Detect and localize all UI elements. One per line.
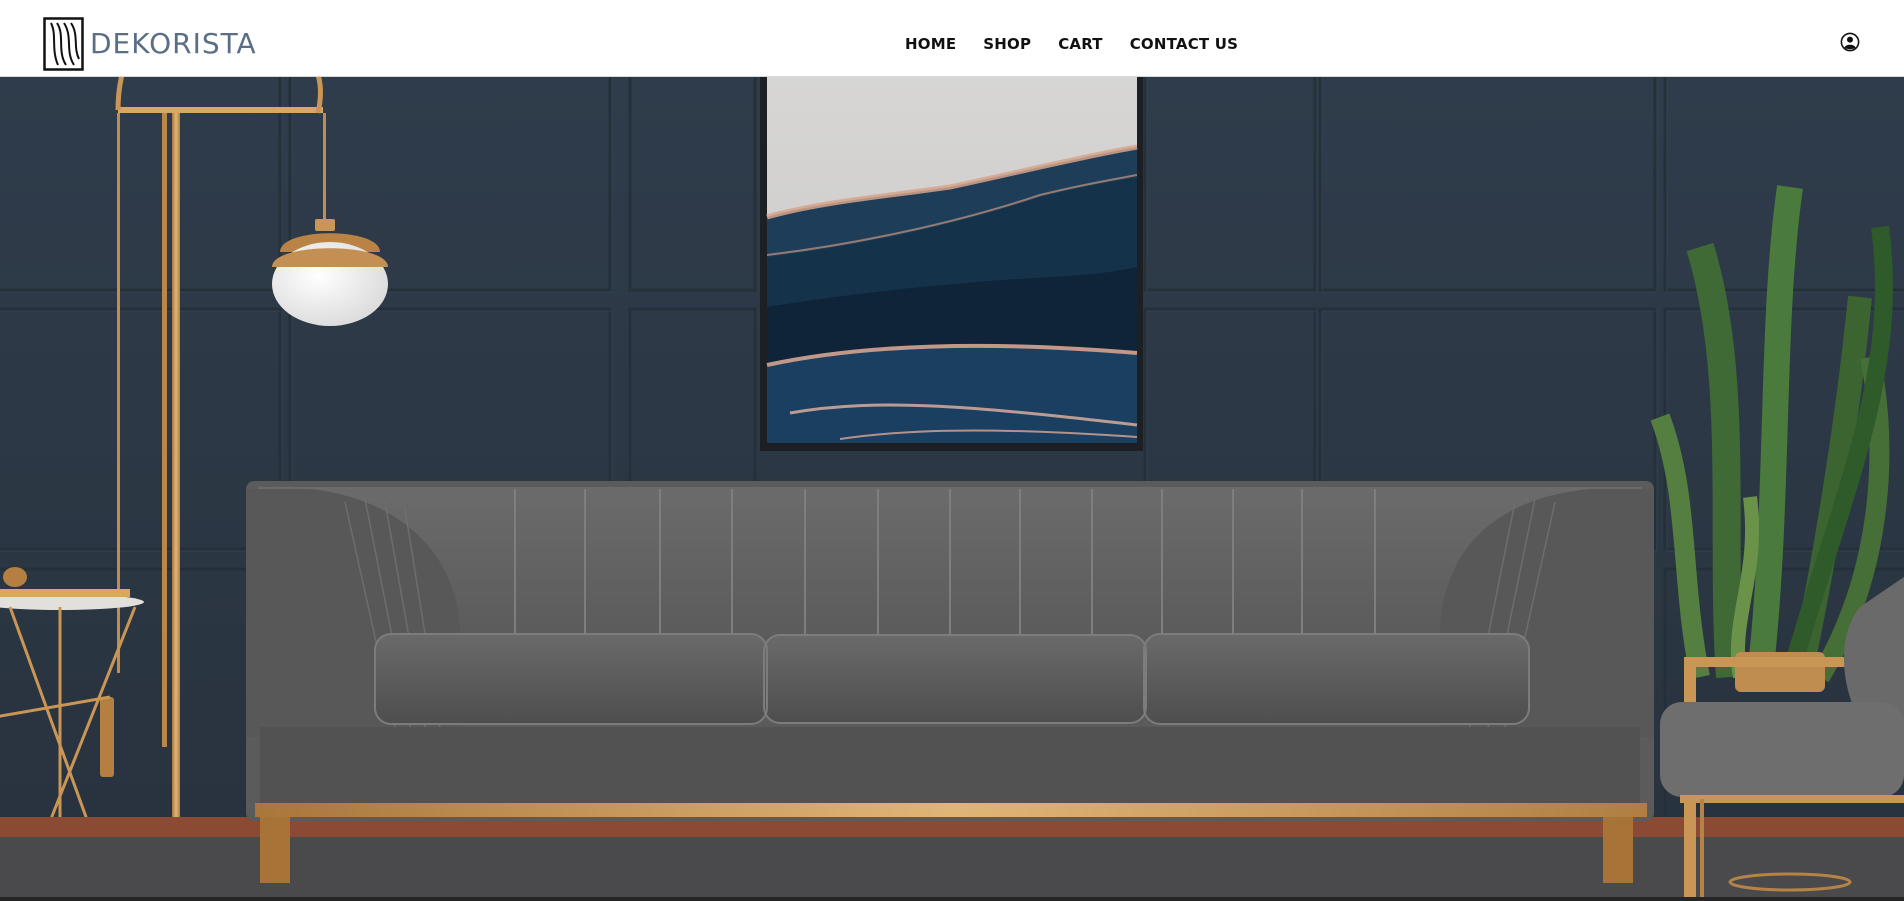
logo-mark-icon: [43, 17, 84, 71]
brand-name: DEKORISTA: [90, 27, 257, 60]
nav-cart[interactable]: CART: [1058, 33, 1103, 55]
nav-contact-us[interactable]: CONTACT US: [1130, 33, 1238, 55]
main-nav: HOME SHOP CART CONTACT US: [905, 33, 1238, 55]
user-account-icon[interactable]: [1840, 32, 1860, 52]
wall-painting: [760, 77, 1143, 451]
nav-shop[interactable]: SHOP: [983, 33, 1031, 55]
nav-home[interactable]: HOME: [905, 33, 956, 55]
site-header: DEKORISTA HOME SHOP CART CONTACT US: [0, 0, 1904, 77]
brand-logo[interactable]: DEKORISTA: [43, 17, 273, 71]
hero-image: [0, 77, 1904, 901]
hero-banner: [0, 77, 1904, 901]
page-bottom-rule: [0, 897, 1904, 901]
